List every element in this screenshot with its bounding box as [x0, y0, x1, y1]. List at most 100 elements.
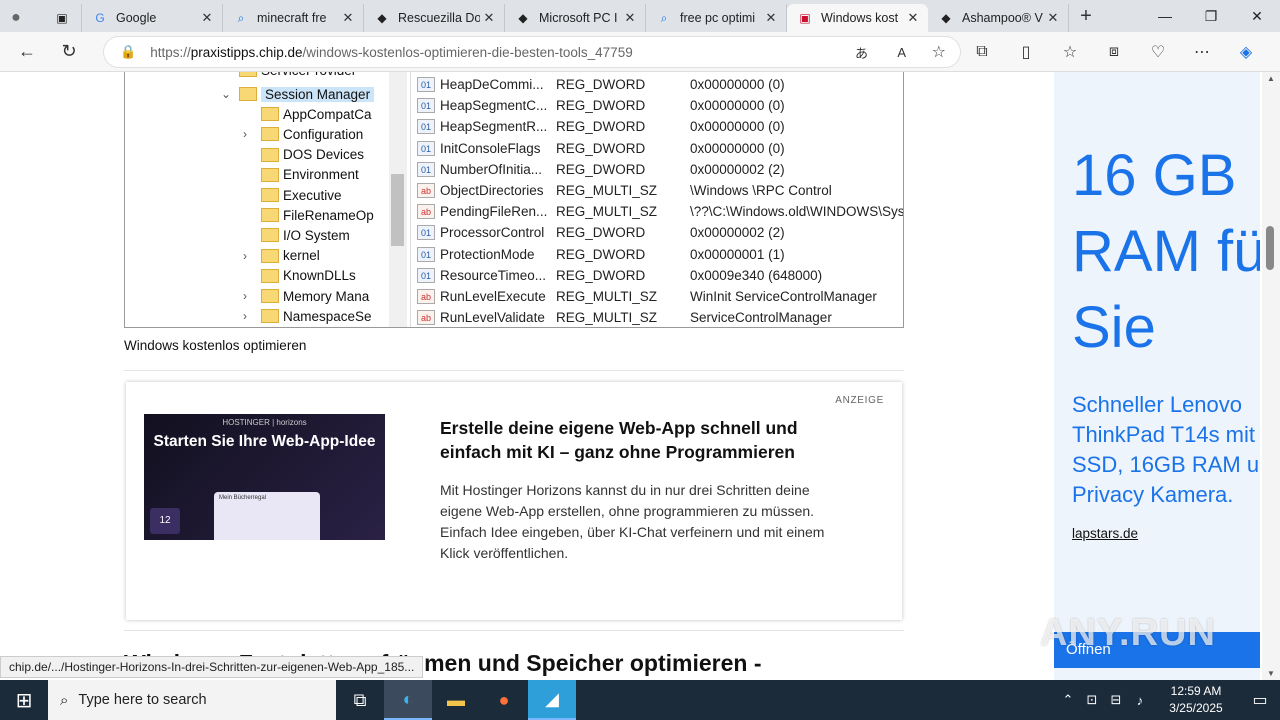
app-taskbar-icon[interactable]: ◢ [528, 680, 576, 720]
expander-icon[interactable]: › [243, 309, 247, 323]
browser-tab[interactable]: G Google ✕ [82, 4, 223, 32]
registry-tree-item[interactable]: DOS Devices [261, 145, 364, 165]
registry-tree-item[interactable]: › kernel [243, 246, 320, 266]
value-data: 0x00000000 (0) [690, 77, 785, 92]
tab-title: Windows kost [821, 11, 899, 25]
google-icon: G [95, 11, 105, 25]
registry-value-row[interactable]: ab PendingFileRen... REG_MULTI_SZ \??\C:\Wi… [417, 201, 903, 222]
tray-app-icon[interactable]: ⊡ [1080, 692, 1104, 708]
browser-tab[interactable]: ⌕ minecraft fre ✕ [223, 4, 364, 32]
side-ad-headline: 16 GB RAM fü Sie [1072, 138, 1260, 366]
more-menu-icon[interactable]: ⋯ [1180, 42, 1224, 62]
registry-tree-item[interactable]: I/O System [261, 225, 350, 245]
registry-value-row[interactable]: ab ObjectDirectories REG_MULTI_SZ \Windows … [417, 180, 903, 201]
page-scrollbar[interactable]: ▲ ▼ [1262, 72, 1280, 680]
registry-value-row[interactable]: ab RunLevelValidate REG_MULTI_SZ ServiceCon… [417, 307, 903, 327]
reload-button[interactable]: ↻ [48, 41, 90, 62]
expander-icon[interactable]: › [243, 289, 247, 303]
close-tab-icon[interactable]: ✕ [621, 10, 639, 26]
browser-tab[interactable]: ⌕ free pc optimi ✕ [646, 4, 787, 32]
scroll-up-arrow-icon[interactable]: ▲ [1262, 74, 1280, 83]
profile-avatar[interactable]: ● [0, 4, 46, 32]
expander-icon[interactable]: ⌄ [221, 87, 231, 101]
edge-taskbar-icon[interactable]: ◐ [384, 680, 432, 720]
registry-tree-item[interactable]: ⌄ Session Manager [221, 84, 375, 104]
performance-icon[interactable]: ♡ [1136, 42, 1180, 62]
close-tab-icon[interactable]: ✕ [339, 10, 357, 26]
new-tab-button[interactable]: + [1069, 5, 1103, 28]
close-tab-icon[interactable]: ✕ [198, 10, 216, 26]
file-explorer-icon[interactable]: ▬ [432, 680, 480, 720]
page-scrollbar-thumb[interactable] [1266, 226, 1274, 270]
firefox-icon[interactable]: ● [480, 680, 528, 720]
value-type: REG_MULTI_SZ [556, 310, 658, 326]
favorite-star-icon[interactable]: ☆ [932, 42, 946, 62]
registry-tree-item[interactable]: KnownDLLs [261, 266, 356, 286]
side-ad[interactable]: 16 GB RAM fü Sie Schneller Lenovo ThinkPad … [1054, 72, 1260, 680]
registry-value-row[interactable]: 01 ProtectionMode REG_DWORD 0x00000001 (1) [417, 244, 903, 265]
notifications-icon[interactable]: ▭ [1240, 690, 1280, 710]
minimize-button[interactable]: — [1142, 0, 1188, 32]
registry-value-row[interactable]: 01 ResourceTimeo... REG_DWORD 0x0009e340 (6… [417, 265, 903, 286]
browser-tab[interactable]: ◆ Ashampoo® V ✕ [928, 4, 1069, 32]
registry-tree-item[interactable]: Executive [261, 185, 342, 205]
registry-tree-item[interactable]: Environment [261, 165, 359, 185]
registry-value-row[interactable]: 01 InitConsoleFlags REG_DWORD 0x00000000 (0… [417, 138, 903, 159]
taskbar-search[interactable]: ⌕ Type here to search [48, 680, 336, 720]
close-tab-icon[interactable]: ✕ [480, 10, 498, 26]
value-name: PendingFileRen... [440, 204, 548, 220]
registry-tree-item[interactable]: AppCompatCa [261, 104, 372, 124]
registry-tree-item[interactable]: ServiceProvider [239, 72, 356, 80]
task-view-icon[interactable]: ⧉ [336, 680, 384, 720]
ad-card[interactable]: ANZEIGE HOSTINGER | horizons Starten Sie… [126, 382, 902, 620]
registry-value-row[interactable]: 01 HeapDeCommi... REG_DWORD 0x00000000 (0) [417, 74, 903, 95]
registry-value-row[interactable]: ab RunLevelExecute REG_MULTI_SZ WinInit Ser… [417, 286, 903, 307]
close-tab-icon[interactable]: ✕ [762, 10, 780, 26]
browser-tab[interactable]: ▣ Windows kost ✕ [787, 4, 928, 32]
value-name: HeapSegmentC... [440, 98, 548, 114]
close-tab-icon[interactable]: ✕ [904, 10, 922, 26]
expander-icon[interactable]: › [243, 127, 247, 141]
split-screen-icon[interactable]: ▯ [1004, 42, 1048, 62]
copilot-icon[interactable]: ◈ [1224, 42, 1268, 62]
tray-chevron-icon[interactable]: ⌃ [1056, 692, 1080, 708]
divider [124, 630, 904, 631]
registry-value-row[interactable]: 01 ProcessorControl REG_DWORD 0x00000002 (2… [417, 222, 903, 243]
scroll-down-arrow-icon[interactable]: ▼ [1262, 669, 1280, 678]
start-button[interactable]: ⊞ [0, 680, 48, 720]
ad-image[interactable]: HOSTINGER | horizons Starten Sie Ihre We… [144, 414, 385, 540]
collections-icon[interactable]: ⧈ [1092, 43, 1136, 61]
browser-tab[interactable]: ◆ Rescuezilla Do ✕ [364, 4, 505, 32]
volume-icon[interactable]: ♪ [1128, 693, 1152, 708]
url-path: /windows-kostenlos-optimieren-die-besten… [302, 44, 633, 60]
favorites-icon[interactable]: ☆ [1048, 42, 1092, 62]
read-aloud-icon[interactable]: A [897, 45, 906, 60]
tree-item-label: ServiceProvider [261, 72, 356, 78]
translate-icon[interactable]: あ [855, 43, 868, 62]
close-tab-icon[interactable]: ✕ [1044, 10, 1062, 26]
folder-icon [239, 72, 257, 77]
restore-button[interactable]: ❐ [1188, 0, 1234, 32]
extensions-icon[interactable]: ⧉ [960, 43, 1004, 61]
expander-icon[interactable]: › [243, 249, 247, 263]
folder-icon [261, 268, 279, 283]
registry-value-row[interactable]: 01 HeapSegmentR... REG_DWORD 0x00000000 (0) [417, 116, 903, 137]
close-window-button[interactable]: ✕ [1234, 0, 1280, 32]
tree-item-label: DOS Devices [283, 147, 365, 163]
registry-tree-item[interactable]: › Memory Mana [243, 286, 370, 306]
network-icon[interactable]: ⊟ [1104, 692, 1128, 708]
url-field[interactable]: 🔒 https://praxistipps.chip.de/windows-ko… [103, 36, 961, 68]
registry-tree-item[interactable]: › NamespaceSe [243, 306, 372, 326]
registry-tree-item[interactable]: FileRenameOp [261, 205, 374, 225]
tab-actions-button[interactable]: ▣ [46, 4, 82, 32]
registry-tree-item[interactable]: › Configuration [243, 124, 363, 144]
clock[interactable]: 12:59 AM 3/25/2025 [1152, 683, 1240, 717]
back-button[interactable]: ← [6, 41, 48, 62]
ad-title[interactable]: Erstelle deine eigene Web-App schnell un… [440, 416, 860, 464]
value-name: NumberOfInitia... [440, 161, 543, 177]
browser-tab[interactable]: ◆ Microsoft PC I ✕ [505, 4, 646, 32]
side-ad-link[interactable]: lapstars.de [1072, 526, 1138, 541]
tree-item-label: Memory Mana [283, 288, 370, 304]
registry-value-row[interactable]: 01 HeapSegmentC... REG_DWORD 0x00000000 (0) [417, 95, 903, 116]
registry-value-row[interactable]: 01 NumberOfInitia... REG_DWORD 0x00000002 (… [417, 159, 903, 180]
